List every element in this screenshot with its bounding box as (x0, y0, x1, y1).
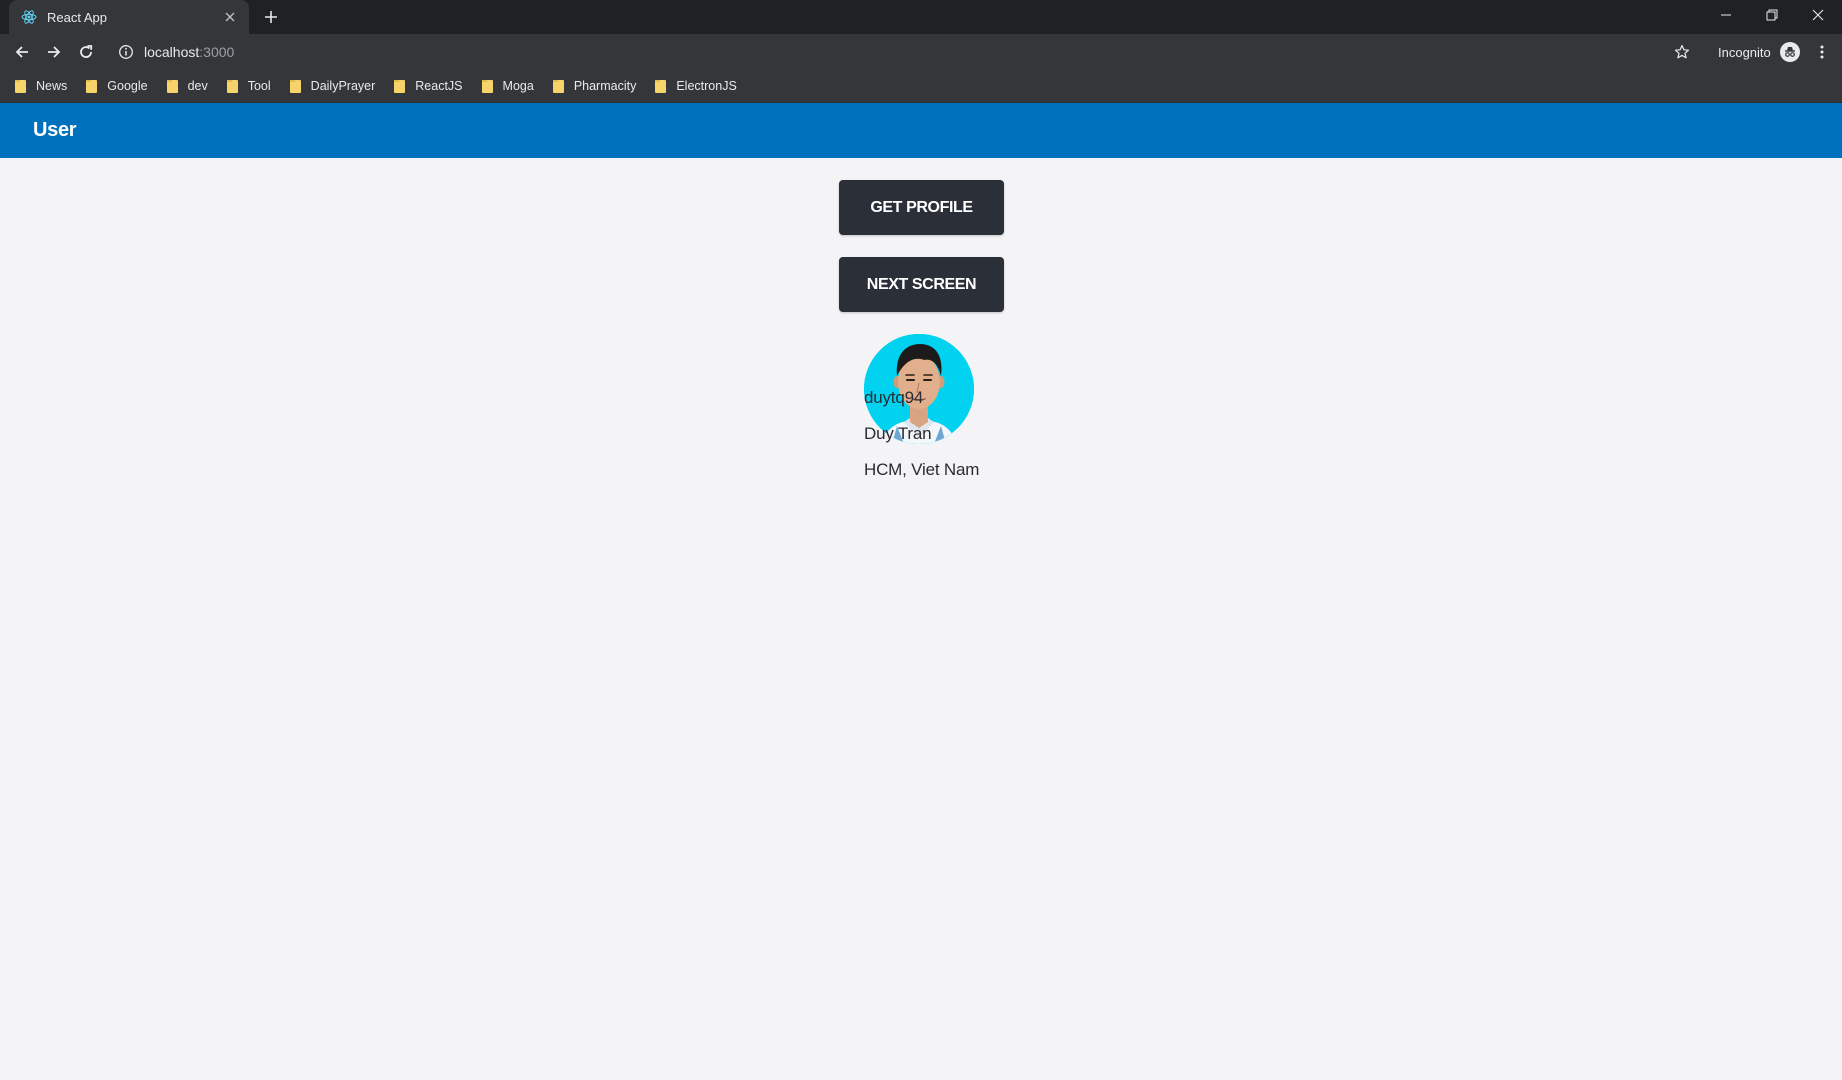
forward-arrow-icon[interactable] (41, 39, 67, 65)
folder-icon (15, 79, 26, 93)
folder-icon (394, 79, 406, 93)
bookmark-label: Pharmacity (573, 79, 637, 93)
browser-tab[interactable]: React App (9, 0, 249, 34)
bookmark-label: dev (187, 79, 208, 93)
back-arrow-icon[interactable] (9, 39, 35, 65)
folder-icon (481, 79, 493, 93)
bookmark-reactjs[interactable]: ReactJS (394, 74, 463, 98)
minimize-icon[interactable] (1703, 0, 1749, 30)
new-tab-icon[interactable] (260, 6, 282, 28)
bookmark-tool[interactable]: Tool (226, 74, 271, 98)
url-host: localhost (144, 44, 200, 60)
info-icon[interactable] (118, 44, 134, 60)
close-window-icon[interactable] (1795, 0, 1841, 30)
app-header: User (0, 103, 1842, 158)
restore-icon[interactable] (1749, 0, 1795, 30)
profile-location: HCM, Viet Nam (864, 460, 980, 479)
incognito-indicator[interactable]: Incognito (1718, 39, 1800, 65)
tab-title: React App (47, 9, 107, 25)
bookmark-dailyprayer[interactable]: DailyPrayer (289, 74, 376, 98)
browser-tab-strip: React App (0, 0, 1842, 34)
main-content: GET PROFILE NEXT SCREEN duytq94 Duy Tran… (0, 158, 1842, 1080)
bookmark-label: ReactJS (415, 79, 463, 93)
bookmarks-bar: News Google dev Tool DailyPrayer ReactJS… (0, 70, 1842, 103)
folder-icon (166, 79, 178, 93)
more-menu-icon[interactable] (1812, 40, 1832, 64)
folder-icon (289, 79, 301, 93)
bookmark-label: ElectronJS (676, 79, 737, 93)
bookmark-label: News (36, 79, 68, 93)
close-tab-icon[interactable] (221, 8, 239, 26)
bookmark-electronjs[interactable]: ElectronJS (655, 74, 737, 98)
bookmark-label: DailyPrayer (310, 79, 376, 93)
bookmark-label: Tool (247, 79, 271, 93)
page-title: User (33, 119, 77, 141)
url-port: :3000 (199, 44, 235, 60)
bookmark-moga[interactable]: Moga (481, 74, 534, 98)
folder-icon (655, 79, 667, 93)
profile-username: duytq94 (864, 388, 924, 407)
bookmark-dev[interactable]: dev (166, 74, 208, 98)
address-bar[interactable]: localhost:3000 (110, 38, 1700, 66)
get-profile-button[interactable]: GET PROFILE (839, 180, 1004, 235)
bookmark-label: Moga (502, 79, 534, 93)
profile-full-name: Duy Tran (864, 424, 932, 443)
folder-icon (552, 79, 564, 93)
incognito-icon (1779, 42, 1800, 62)
bookmark-star-icon[interactable] (1672, 42, 1692, 62)
browser-toolbar: localhost:3000 Incognito (0, 34, 1842, 70)
next-screen-button[interactable]: NEXT SCREEN (839, 257, 1004, 312)
incognito-label: Incognito (1718, 44, 1771, 60)
bookmark-label: Google (107, 79, 148, 93)
folder-icon (86, 79, 98, 93)
bookmark-pharmacity[interactable]: Pharmacity (552, 74, 637, 98)
reload-icon[interactable] (73, 39, 99, 65)
bookmark-news[interactable]: News (15, 74, 67, 98)
react-logo-icon (21, 9, 37, 25)
bookmark-google[interactable]: Google (86, 74, 148, 98)
folder-icon (226, 79, 238, 93)
